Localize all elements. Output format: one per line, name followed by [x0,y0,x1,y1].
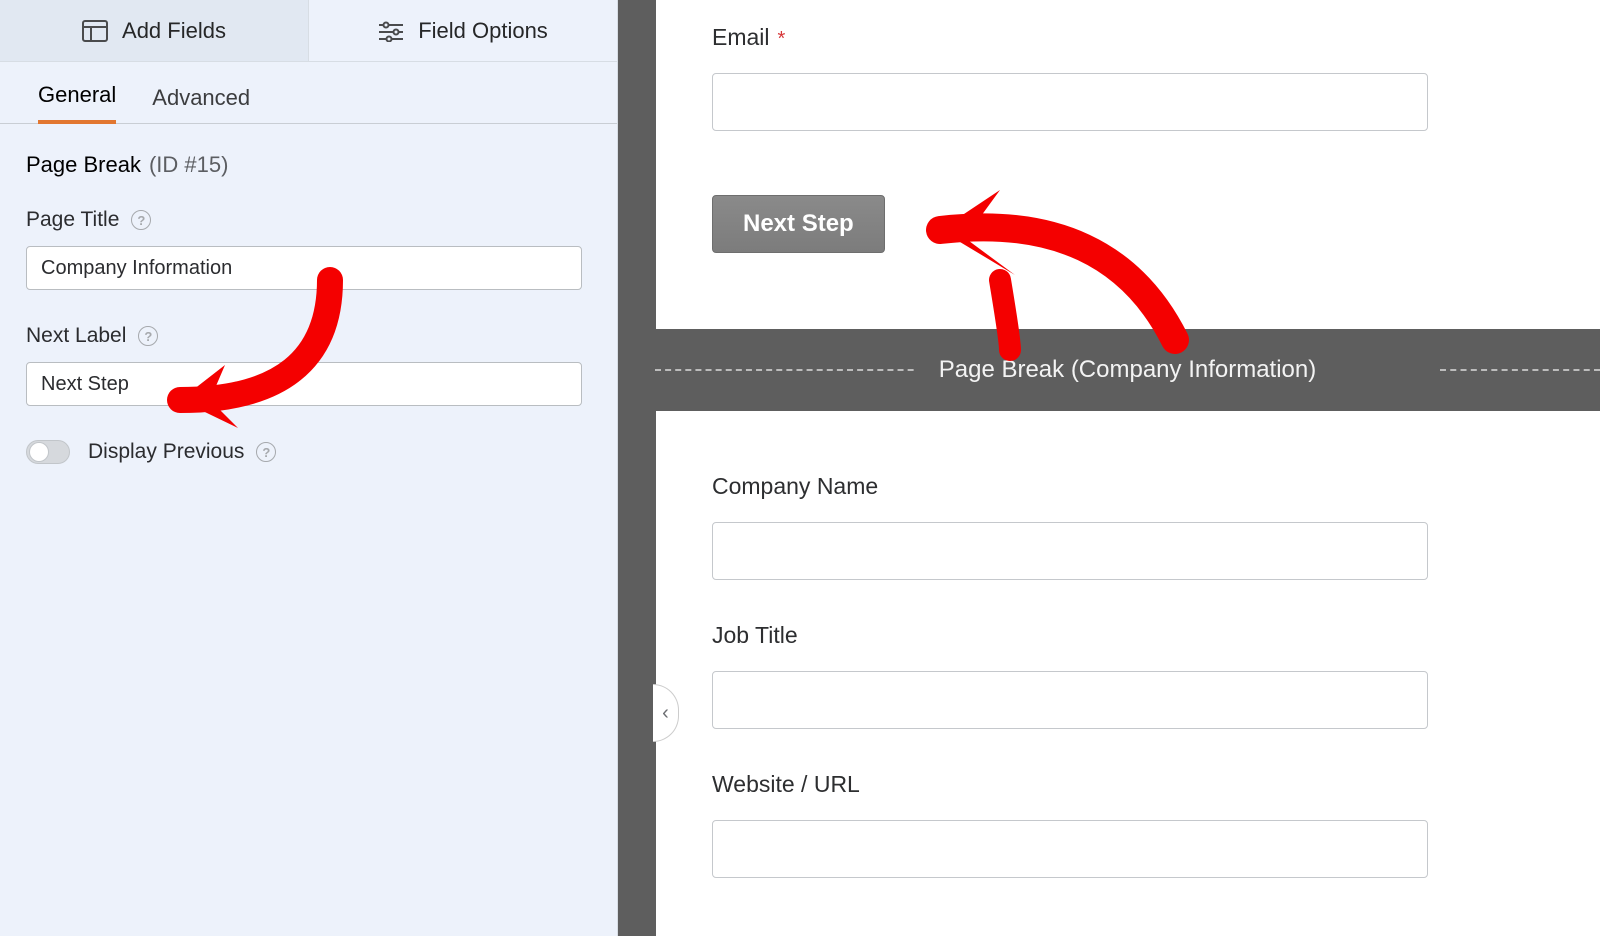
page-break-bar[interactable]: Page Break (Company Information) [655,329,1600,411]
website-label: Website / URL [712,771,1534,798]
page-title-group: Page Title ? [26,208,591,290]
email-field-label: Email * [712,24,1534,51]
page-title-label-text: Page Title [26,208,119,232]
help-icon[interactable]: ? [131,210,151,230]
chevron-left-icon: ‹ [662,702,669,725]
panel-body: Page Break (ID #15) Page Title ? Next La… [0,124,617,464]
tab-field-options-label: Field Options [418,18,548,44]
layout-gutter [618,0,656,936]
page-title-input[interactable] [26,246,582,290]
primary-tabs: Add Fields Field Options [0,0,617,62]
panel-title: Page Break (ID #15) [26,152,591,178]
page-break-bar-label: Page Break (Company Information) [915,356,1341,384]
next-label-label-text: Next Label [26,324,126,348]
company-name-input[interactable] [712,522,1428,580]
form-page-2: Company Name Job Title Website / URL [656,411,1600,878]
subtab-advanced[interactable]: Advanced [152,85,250,123]
job-title-input[interactable] [712,671,1428,729]
required-asterisk: * [778,28,786,51]
sliders-icon [378,20,404,42]
preview-area: ‹ Email * Next Step Page Break (Company … [656,0,1600,936]
next-step-button[interactable]: Next Step [712,195,885,253]
panel-title-id: (ID #15) [149,152,228,178]
next-label-input[interactable] [26,362,582,406]
display-previous-toggle[interactable] [26,440,70,464]
page-title-label: Page Title ? [26,208,591,232]
form-page-1: Email * Next Step [656,24,1600,293]
sub-tabs: General Advanced [0,62,617,124]
grid-icon [82,20,108,42]
tab-field-options[interactable]: Field Options [309,0,617,61]
subtab-general[interactable]: General [38,82,116,124]
sidebar-panel: Add Fields Field Options General Advance… [0,0,618,936]
email-label-text: Email [712,24,770,51]
display-previous-row: Display Previous ? [26,440,591,464]
toggle-knob [29,442,49,462]
email-input[interactable] [712,73,1428,131]
divider-dash [1440,369,1600,371]
next-label-group: Next Label ? [26,324,591,406]
job-title-label: Job Title [712,622,1534,649]
next-label-label: Next Label ? [26,324,591,348]
help-icon[interactable]: ? [256,442,276,462]
help-icon[interactable]: ? [138,326,158,346]
display-previous-label-text: Display Previous [88,440,244,464]
panel-title-text: Page Break [26,152,141,178]
company-name-label: Company Name [712,473,1534,500]
display-previous-label: Display Previous ? [88,440,276,464]
website-input[interactable] [712,820,1428,878]
tab-add-fields-label: Add Fields [122,18,226,44]
tab-add-fields[interactable]: Add Fields [0,0,309,61]
